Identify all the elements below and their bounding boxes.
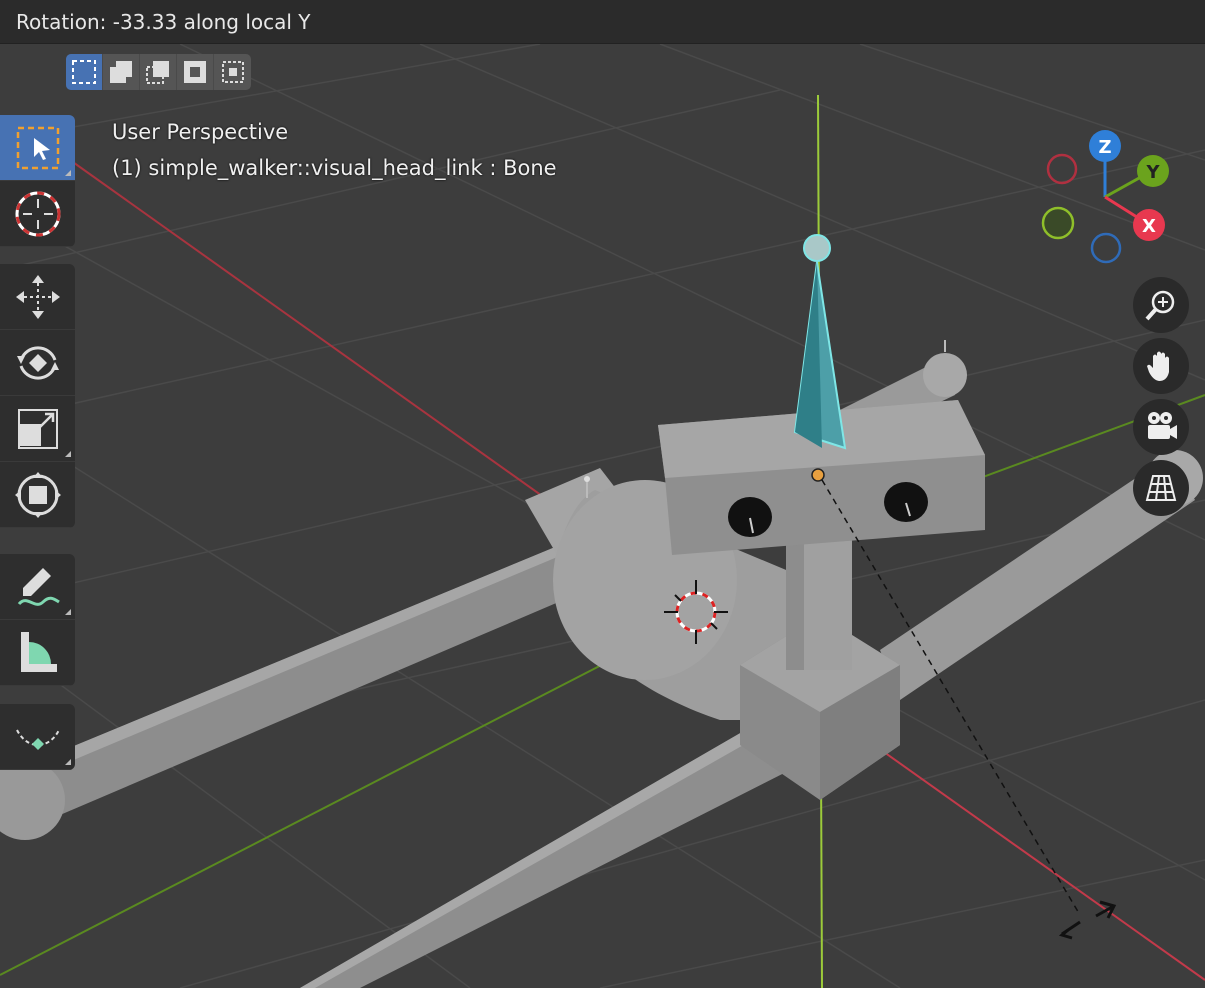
- cursor-icon: [15, 191, 60, 236]
- transform-icon: [14, 471, 61, 518]
- pan-button[interactable]: [1133, 338, 1189, 394]
- neg-y-axis-handle[interactable]: [1041, 206, 1075, 240]
- move-icon: [15, 274, 60, 319]
- toolbar-group-transform: [0, 264, 75, 528]
- scale-icon: [17, 408, 58, 449]
- zoom-icon: [1145, 290, 1175, 321]
- rotate-icon: [16, 345, 59, 380]
- selection-mode-group: [66, 54, 251, 90]
- tool-annotate[interactable]: [0, 554, 75, 620]
- select-subtract-icon: [146, 61, 169, 84]
- toolbar-group-select: [0, 115, 75, 247]
- tool-move[interactable]: [0, 264, 75, 330]
- perspective-toggle-button[interactable]: [1133, 460, 1189, 516]
- active-object-label: (1) simple_walker::visual_head_link : Bo…: [112, 156, 557, 180]
- y-axis-label: Y: [1145, 162, 1160, 183]
- pivot-point: [811, 468, 825, 482]
- grid-view-icon: [1145, 475, 1177, 501]
- select-extend-button[interactable]: [103, 54, 140, 90]
- select-intersect-button[interactable]: [214, 54, 251, 90]
- robot-model[interactable]: [0, 340, 1203, 988]
- tool-bone-roll[interactable]: [0, 704, 75, 770]
- x-axis-line: [69, 159, 591, 531]
- viewport-info-overlay: User Perspective (1) simple_walker::visu…: [112, 114, 557, 186]
- tool-rotate[interactable]: [0, 330, 75, 396]
- x-axis-label: X: [1142, 216, 1156, 237]
- rotate-cursor-icon: [1058, 900, 1117, 940]
- select-invert-icon: [184, 61, 206, 83]
- toolbar-group-annotate: [0, 554, 75, 686]
- tool-scale[interactable]: [0, 396, 75, 462]
- tool-cursor[interactable]: [0, 181, 75, 247]
- select-intersect-icon: [221, 61, 244, 83]
- select-box-icon: [16, 126, 59, 169]
- select-extend-icon: [110, 61, 132, 83]
- toolbar-group-bone: [0, 704, 75, 770]
- camera-view-button[interactable]: [1133, 399, 1189, 455]
- zoom-button[interactable]: [1133, 277, 1189, 333]
- camera-icon: [1148, 412, 1177, 439]
- select-new-icon: [72, 60, 96, 84]
- tool-transform[interactable]: [0, 462, 75, 528]
- header-status-bar: Rotation: -33.33 along local Y: [0, 0, 1205, 44]
- bone-roll-icon: [15, 729, 60, 750]
- transform-status-text: Rotation: -33.33 along local Y: [16, 10, 311, 34]
- view-name-label: User Perspective: [112, 120, 289, 144]
- tool-measure[interactable]: [0, 620, 75, 686]
- tool-select-box[interactable]: [0, 115, 75, 181]
- annotate-icon: [17, 567, 60, 606]
- neg-x-axis-handle[interactable]: [1046, 153, 1078, 185]
- selected-bone[interactable]: [793, 234, 847, 450]
- z-axis-label: Z: [1098, 137, 1111, 158]
- select-new-button[interactable]: [66, 54, 103, 90]
- select-subtract-button[interactable]: [140, 54, 177, 90]
- pan-hand-icon: [1147, 351, 1169, 381]
- measure-icon: [20, 631, 57, 672]
- select-invert-button[interactable]: [177, 54, 214, 90]
- neg-z-axis-handle[interactable]: [1090, 232, 1122, 264]
